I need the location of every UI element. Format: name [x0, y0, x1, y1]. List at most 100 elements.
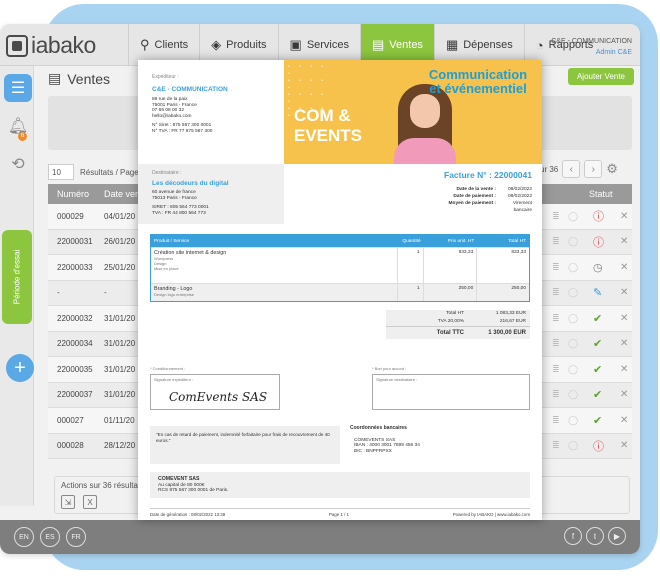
- row-number: 22000034: [57, 339, 93, 349]
- item-total: 833,33: [511, 250, 526, 255]
- trial-tab[interactable]: Période d'essai: [2, 230, 32, 324]
- list-icon[interactable]: ≣: [552, 415, 560, 426]
- user-name: Admin C&E: [595, 49, 632, 56]
- head-total: Total HT: [508, 238, 526, 244]
- per-page-label: Résultats / Page: [80, 167, 139, 177]
- check-icon: ✔: [593, 414, 603, 427]
- twitter-icon[interactable]: t: [586, 527, 604, 545]
- info-key: Date de paiement :: [453, 194, 496, 199]
- lang-es[interactable]: ES: [40, 527, 60, 547]
- sender-address: 89 rue de la paix 75001 Paris - France 07 …: [152, 97, 284, 135]
- banner-title: Communication et événementiel: [428, 67, 528, 96]
- col-number[interactable]: Numéro: [48, 189, 104, 199]
- comment-icon[interactable]: ◯: [568, 338, 578, 349]
- export-icon[interactable]: ⇲: [61, 495, 75, 509]
- delete-icon[interactable]: ✕: [620, 364, 628, 375]
- info-key: Moyen de paiement :: [448, 201, 496, 206]
- powered-by: Powered by IABAKO | www.iabako.com: [452, 512, 530, 517]
- history-icon[interactable]: ⟲: [4, 150, 32, 178]
- chart-icon: ◔: [535, 37, 544, 53]
- add-sale-button[interactable]: Ajouter Vente: [568, 68, 634, 85]
- list-icon[interactable]: ≣: [552, 440, 560, 451]
- lang-en[interactable]: EN: [14, 527, 34, 547]
- menu-icon[interactable]: ☰: [4, 74, 32, 102]
- text-line: N° TVA : FR 77 875 567 300: [152, 128, 213, 134]
- comment-icon[interactable]: ◯: [568, 287, 578, 298]
- sig-dest-label: Signature destinataire :: [376, 377, 418, 382]
- check-icon: ✔: [593, 363, 603, 376]
- delete-icon[interactable]: ✕: [620, 287, 628, 298]
- delete-icon[interactable]: ✕: [620, 236, 628, 247]
- excel-icon[interactable]: X: [83, 495, 97, 509]
- comment-icon[interactable]: ◯: [568, 262, 578, 273]
- nav-label: Dépenses: [463, 39, 513, 51]
- page-number: Page 1 / 1: [328, 512, 349, 517]
- recipient-signature-box: Signature destinataire :: [372, 374, 530, 410]
- total-key: TVA 20,00%: [437, 319, 464, 324]
- company-info: COMEVENT SAS Au capital de 80 000€ RCS 87…: [150, 472, 530, 498]
- total-row: Total TTC 1 300,00 EUR: [386, 326, 530, 339]
- list-controls: 10 Résultats / Page: [48, 162, 139, 182]
- logo[interactable]: iabako: [6, 32, 96, 59]
- youtube-icon[interactable]: ▶: [608, 527, 626, 545]
- edit-icon: ✎: [593, 287, 603, 300]
- next-page-button[interactable]: ›: [584, 160, 603, 178]
- comment-icon[interactable]: ◯: [568, 211, 578, 222]
- text-line: TVA : FR 44 800 564 773: [152, 210, 206, 216]
- facebook-icon[interactable]: f: [564, 527, 582, 545]
- invoice-item-row: Création site internet & design Wordpress…: [151, 247, 529, 283]
- total-row: Total HT 1 083,33 EUR: [386, 310, 530, 318]
- info-row: Moyen de paiement : Virement bancaire: [356, 200, 532, 214]
- nav-label: Services: [306, 39, 349, 51]
- dest-address: 60 avenue de france 75013 Paris - France S…: [152, 190, 284, 216]
- settings-icon[interactable]: ⚙: [606, 161, 618, 177]
- comment-icon[interactable]: ◯: [568, 389, 578, 400]
- error-icon: ⓘ: [593, 236, 604, 249]
- row-number: -: [57, 288, 60, 298]
- add-icon[interactable]: +: [6, 354, 34, 382]
- row-number: 22000033: [57, 262, 93, 272]
- notification-badge: 6: [18, 132, 27, 141]
- comment-icon[interactable]: ◯: [568, 313, 578, 324]
- actions-label: Actions sur 36 résultats: [61, 481, 145, 490]
- delete-icon[interactable]: ✕: [620, 389, 628, 400]
- head-qty: Quantité: [402, 238, 421, 244]
- items-header: Produit / Service Quantité Prix unit. HT…: [151, 235, 529, 247]
- invoice-footer: Date de génération : 08/02/2022 13:38 Pa…: [150, 508, 530, 517]
- comment-icon[interactable]: ◯: [568, 364, 578, 375]
- delete-icon[interactable]: ✕: [620, 415, 628, 426]
- prev-page-button[interactable]: ‹: [562, 160, 581, 178]
- head-unit: Prix unit. HT: [447, 238, 475, 244]
- row-number: 22000037: [57, 390, 93, 400]
- list-icon[interactable]: ≣: [552, 262, 560, 273]
- lang-fr[interactable]: FR: [66, 527, 86, 547]
- col-status[interactable]: Statut: [589, 189, 613, 199]
- list-icon[interactable]: ≣: [552, 313, 560, 324]
- comment-icon[interactable]: ◯: [568, 415, 578, 426]
- comment-icon[interactable]: ◯: [568, 440, 578, 451]
- list-icon[interactable]: ≣: [552, 211, 560, 222]
- list-icon[interactable]: ≣: [552, 236, 560, 247]
- list-icon[interactable]: ≣: [552, 389, 560, 400]
- per-page-select[interactable]: 10: [48, 164, 74, 180]
- comment-icon[interactable]: ◯: [568, 236, 578, 247]
- delete-icon[interactable]: ✕: [620, 211, 628, 222]
- list-icon[interactable]: ≣: [552, 287, 560, 298]
- text-line: BIC : BNPFRPXX: [354, 448, 392, 454]
- sig-sender-label: Signature expéditeur :: [154, 377, 194, 382]
- delete-icon[interactable]: ✕: [620, 262, 628, 273]
- pagination: sur 36 ‹ › ⚙: [536, 160, 618, 178]
- dest-label: Destinataire :: [152, 170, 182, 176]
- total-row: TVA 20,00% 216,67 EUR: [386, 318, 530, 326]
- check-icon: ✔: [593, 312, 603, 325]
- delete-icon[interactable]: ✕: [620, 313, 628, 324]
- sender-label: Expéditeur :: [152, 74, 179, 80]
- account-menu[interactable]: C&E - COMMUNICATION Admin C&E: [551, 36, 632, 58]
- invoice-info: Facture N° : 22000041 Date de la vente :…: [356, 170, 532, 214]
- delete-icon[interactable]: ✕: [620, 440, 628, 451]
- delete-icon[interactable]: ✕: [620, 338, 628, 349]
- clock-icon: ◷: [593, 261, 603, 274]
- list-icon[interactable]: ≣: [552, 364, 560, 375]
- bank-title: Coordonnées bancaires: [350, 425, 407, 431]
- list-icon[interactable]: ≣: [552, 338, 560, 349]
